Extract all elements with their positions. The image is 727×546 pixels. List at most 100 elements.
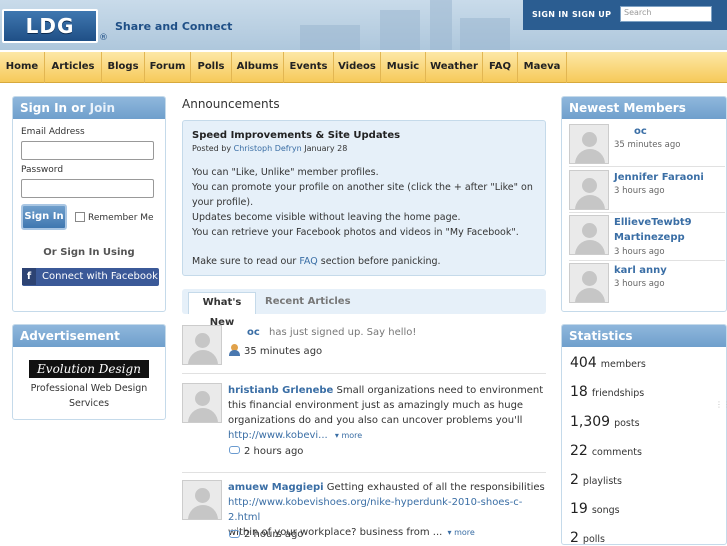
nav-events[interactable]: Events [284,52,334,83]
announcement-line: You can retrieve your Facebook photos an… [192,227,519,238]
nav-home[interactable]: Home [0,52,45,83]
stat-value: 404 [570,355,597,371]
stat-value: 2 [570,472,579,488]
signin-box-header: Sign In or Join [13,97,165,119]
statistics-title: Statistics [562,325,726,347]
email-label: Email Address [21,127,85,137]
nav-blogs[interactable]: Blogs [102,52,145,83]
avatar[interactable] [182,480,222,520]
email-field[interactable] [21,141,154,160]
feed-user-link[interactable]: hristianb Grlenebe [228,385,333,396]
skyline-decoration [380,10,420,50]
or-text: or [71,101,86,115]
site-header: LDG ® Share and Connect SIGN IN SIGN UP … [0,0,727,50]
facebook-connect-button[interactable]: f Connect with Facebook [22,268,159,286]
newest-members-title: Newest Members [562,97,726,119]
nav-music[interactable]: Music [381,52,426,83]
stat-label: members [600,359,646,370]
nav-forum[interactable]: Forum [145,52,191,83]
feed-item: hristianb Grlenebe Small organizations n… [228,383,546,443]
registered-mark: ® [99,33,108,43]
resize-grip-icon[interactable]: ⋮⋮ [715,400,727,414]
tab-whats-new[interactable]: What's New [188,292,256,328]
stat-item: 18 friendships [570,384,644,400]
member-item[interactable]: karl anny 3 hours ago [569,263,725,303]
stat-label: polls [582,534,605,545]
feed-text: has just signed up. Say hello! [269,327,417,338]
feed-item: oc has just signed up. Say hello! [247,325,565,340]
facebook-icon: f [22,268,36,285]
announcement-title: Speed Improvements & Site Updates [192,130,401,141]
avatar[interactable] [569,215,609,255]
feed-time: 2 hours ago [244,529,304,540]
stat-item: 404 members [570,355,646,371]
skyline-decoration [460,18,510,50]
skyline-decoration [430,0,452,50]
signin-button[interactable]: Sign In [21,204,67,230]
feed-divider [182,373,546,374]
member-time: 3 hours ago [614,279,665,289]
nav-articles[interactable]: Articles [45,52,102,83]
member-name[interactable]: oc [634,124,647,139]
nav-polls[interactable]: Polls [191,52,232,83]
member-time: 3 hours ago [614,186,665,196]
tab-recent-articles[interactable]: Recent Articles [265,292,351,314]
ad-logo[interactable]: Evolution Design [29,360,149,378]
member-divider [569,166,725,167]
ad-text: Professional Web Design Services [30,383,148,409]
signin-box: Sign In or Join Email Address Password S… [12,96,166,312]
skyline-decoration [300,25,360,50]
comment-icon [229,530,240,538]
announcement-line: You can "Like, Unlike" member profiles. [192,167,379,178]
nav-faq[interactable]: FAQ [483,52,518,83]
stat-item: 1,309 posts [570,414,640,430]
announcement-byline: Posted by Christoph Defryn January 28 [192,144,536,153]
nav-maeva[interactable]: Maeva [518,52,567,83]
stat-value: 19 [570,501,588,517]
member-item[interactable]: oc 35 minutes ago [569,124,725,164]
announcement-line: Updates become visible without leaving t… [192,212,461,223]
avatar[interactable] [569,124,609,164]
feed-link[interactable]: http://www.kobevishoes.org/nike-hyperdun… [228,497,522,523]
alt-signin-text: Or Sign In Using [43,247,135,258]
site-logo[interactable]: LDG [2,9,98,43]
member-item[interactable]: EllieveTewbt9 Martinezepp 3 hours ago [569,215,725,257]
feed-user-link[interactable]: amuew Maggiepi [228,482,324,493]
avatar[interactable] [569,263,609,303]
more-link[interactable]: ▾ more [335,431,362,440]
stat-value: 22 [570,443,588,459]
search-input[interactable]: Search [620,6,712,22]
feed-time: 2 hours ago [244,446,304,457]
stat-label: friendships [591,388,645,399]
signin-link[interactable]: SIGN IN [532,10,569,19]
faq-link[interactable]: FAQ [299,256,317,267]
stat-value: 18 [570,384,588,400]
member-name[interactable]: Jennifer Faraoni [614,170,704,185]
feed-link[interactable]: http://www.kobevi... [228,430,328,441]
feed-time: 35 minutes ago [244,346,323,357]
password-label: Password [21,165,64,175]
join-link[interactable]: Join [90,101,115,115]
feed-user-link[interactable]: oc [247,327,260,338]
avatar[interactable] [182,325,222,365]
avatar[interactable] [182,383,222,423]
activity-tabs: What's New Recent Articles [182,289,546,328]
member-name[interactable]: karl anny [614,263,667,278]
password-field[interactable] [21,179,154,198]
member-name[interactable]: EllieveTewbt9 Martinezepp [614,215,724,245]
member-item[interactable]: Jennifer Faraoni 3 hours ago [569,170,725,210]
posted-by-text: Posted by [192,144,232,153]
remember-checkbox[interactable] [75,212,85,222]
more-label: more [341,431,363,440]
announcement-author[interactable]: Christoph Defryn [234,144,302,153]
stat-value: 1,309 [570,414,611,430]
nav-weather[interactable]: Weather [426,52,483,83]
stat-item: 22 comments [570,443,642,459]
nav-videos[interactable]: Videos [334,52,381,83]
feed-divider [182,472,546,473]
nav-albums[interactable]: Albums [232,52,284,83]
signup-link[interactable]: SIGN UP [572,10,611,19]
stat-item: 2 playlists [570,472,622,488]
avatar[interactable] [569,170,609,210]
stat-value: 2 [570,530,579,546]
